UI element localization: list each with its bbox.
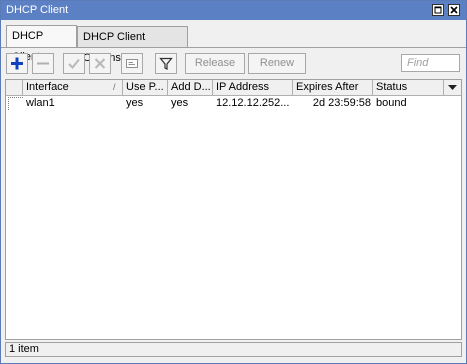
close-icon — [450, 6, 458, 14]
renew-label: Renew — [259, 57, 295, 69]
column-header-expires-after[interactable]: Expires After — [293, 80, 373, 95]
column-header-marker[interactable] — [6, 80, 23, 95]
sort-indicator-icon: / — [113, 82, 116, 92]
table-row[interactable]: wlan1 yes yes 12.12.12.252... 2d 23:59:5… — [6, 96, 461, 110]
release-label: Release — [194, 57, 236, 69]
cell-add-default: yes — [171, 97, 189, 109]
row-focus-marker — [8, 97, 23, 110]
cell-use-peer: yes — [126, 97, 144, 109]
window-title: DHCP Client — [6, 4, 69, 16]
comment-button[interactable] — [121, 53, 143, 74]
column-header-status[interactable]: Status — [373, 80, 444, 95]
cell-interface: wlan1 — [26, 97, 55, 109]
disable-button[interactable] — [89, 53, 111, 74]
enable-button[interactable] — [63, 53, 85, 74]
clients-table: Interface / Use P... Add D... IP Address … — [5, 79, 462, 340]
column-header-use-peer[interactable]: Use P... — [123, 80, 168, 95]
cell-ip-address: 12.12.12.252... — [216, 97, 290, 109]
add-button[interactable] — [6, 53, 28, 74]
status-bar: 1 item — [5, 342, 462, 357]
find-input[interactable]: Find — [401, 54, 460, 72]
cell-expires-after: 2d 23:59:58 — [312, 97, 371, 109]
tab-dhcp-client[interactable]: DHCP Client — [6, 25, 77, 63]
x-icon — [94, 58, 106, 69]
close-button[interactable] — [448, 4, 460, 16]
tab-dhcp-client-options[interactable]: DHCP Client Options — [77, 26, 188, 64]
renew-button[interactable]: Renew — [248, 53, 306, 74]
item-count: 1 item — [9, 343, 39, 355]
restore-icon — [434, 6, 442, 14]
column-header-interface[interactable]: Interface / — [23, 80, 123, 95]
column-header-add-default[interactable]: Add D... — [168, 80, 213, 95]
plus-icon — [11, 57, 23, 70]
tab-divider — [1, 47, 466, 48]
release-button[interactable]: Release — [185, 53, 245, 74]
filter-button[interactable] — [155, 53, 177, 74]
cell-status: bound — [376, 97, 407, 109]
minus-icon — [37, 62, 49, 65]
dhcp-client-window: DHCP Client DHCP Client DHCP Client Opti… — [0, 0, 467, 364]
column-menu-button[interactable] — [444, 80, 461, 95]
filter-icon — [159, 57, 173, 70]
column-header-ip-address[interactable]: IP Address — [213, 80, 293, 95]
table-header: Interface / Use P... Add D... IP Address … — [6, 80, 461, 96]
note-icon — [126, 59, 138, 68]
check-icon — [68, 58, 80, 69]
remove-button[interactable] — [32, 53, 54, 74]
tab-bar: DHCP Client DHCP Client Options — [1, 25, 466, 64]
title-bar[interactable]: DHCP Client — [1, 1, 466, 20]
chevron-down-icon — [448, 85, 457, 90]
restore-button[interactable] — [432, 4, 444, 16]
toolbar: Release Renew Find — [1, 53, 466, 75]
